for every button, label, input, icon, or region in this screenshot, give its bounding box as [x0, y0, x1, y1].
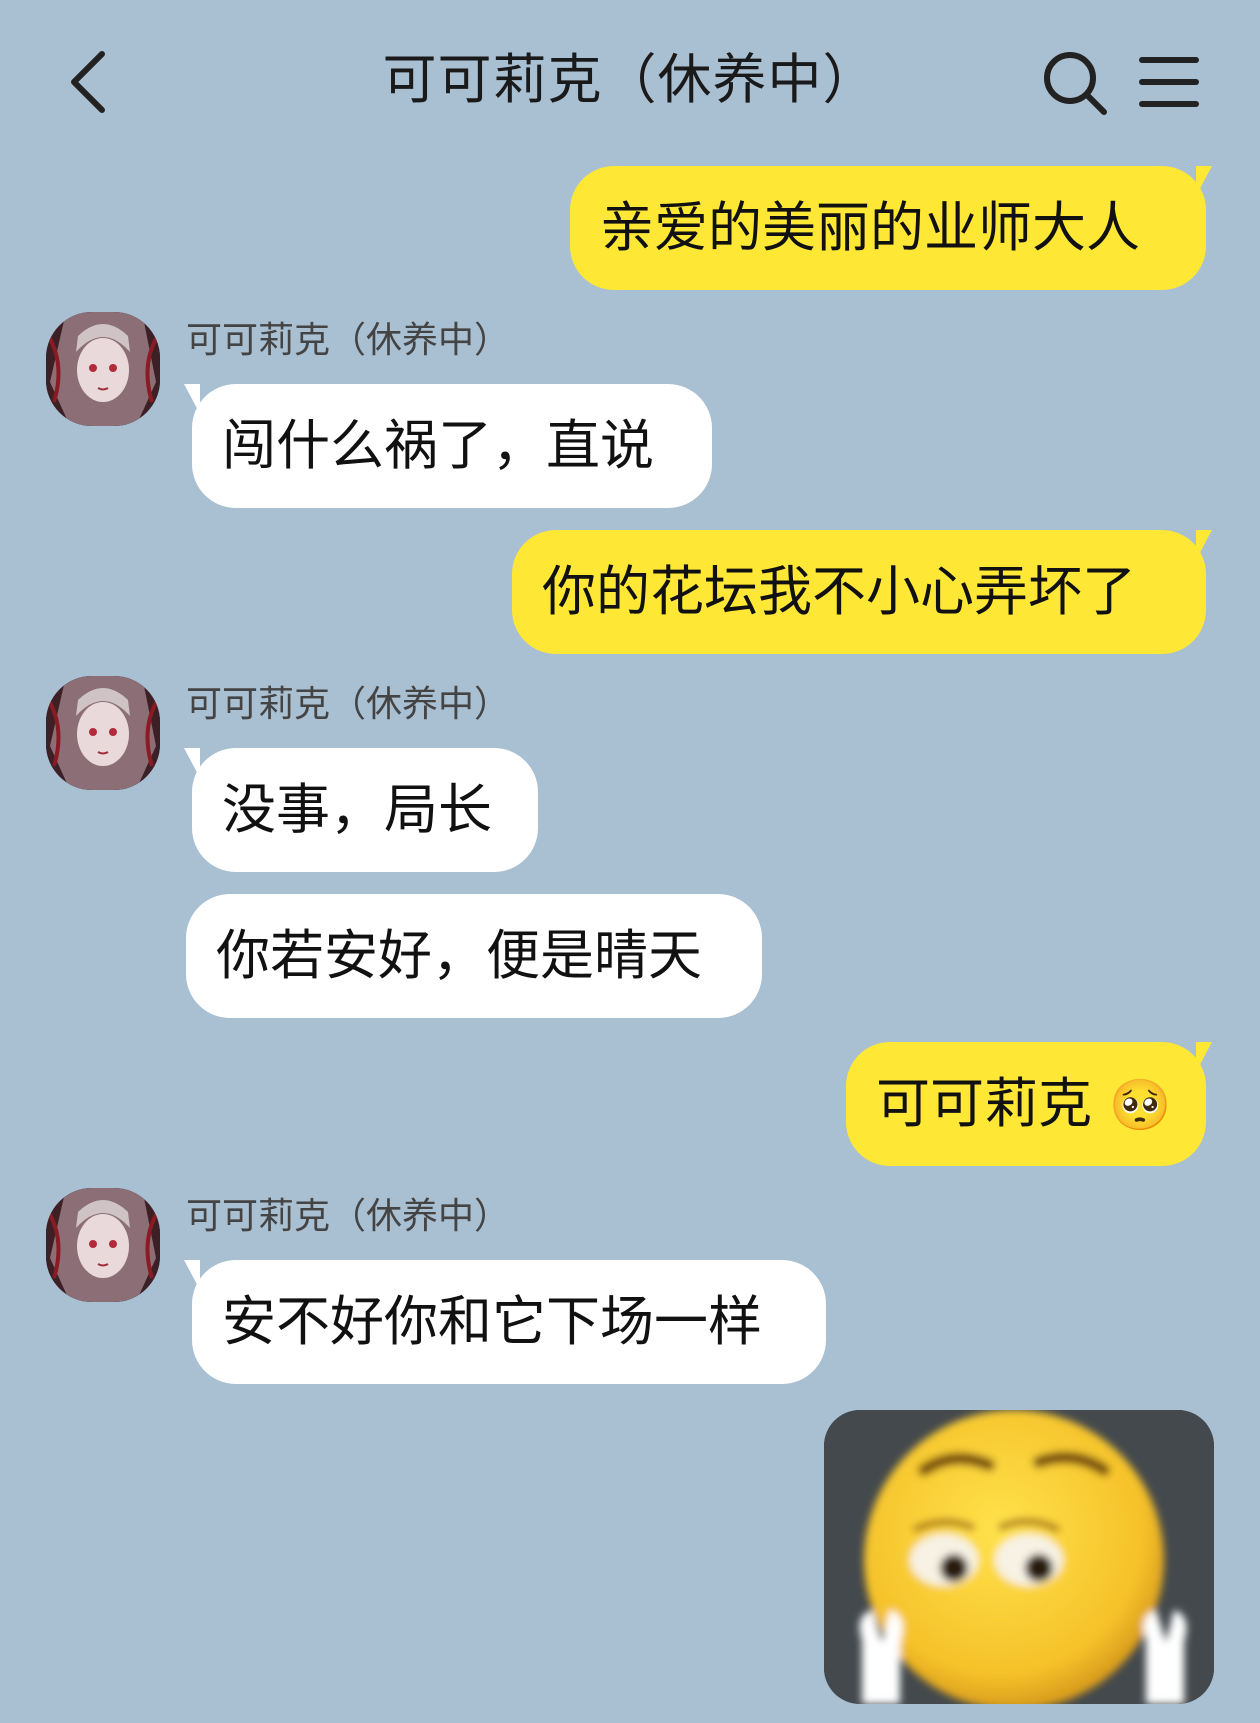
bubble-tail — [1196, 1042, 1212, 1072]
message-text: 你的花坛我不小心弄坏了 — [542, 560, 1136, 623]
message-text: 没事，局长 — [222, 778, 492, 841]
message-text: 亲爱的美丽的业师大人 — [600, 196, 1140, 259]
menu-icon — [1139, 57, 1199, 107]
message-text: 安不好你和它下场一样 — [222, 1290, 762, 1353]
sender-name: 可可莉克（休养中） — [186, 684, 511, 725]
avatar-image — [46, 312, 160, 426]
back-button[interactable] — [62, 46, 118, 118]
avatar[interactable] — [46, 312, 160, 426]
outgoing-message[interactable]: 可可莉克 🥺 — [846, 1042, 1206, 1166]
outgoing-message[interactable]: 亲爱的美丽的业师大人 — [570, 166, 1206, 290]
sender-name: 可可莉克（休养中） — [186, 320, 511, 361]
avatar-image — [46, 1188, 160, 1302]
incoming-message[interactable]: 你若安好，便是晴天 — [186, 894, 762, 1018]
chat-header: 可可莉克（休养中） — [0, 0, 1260, 160]
avatar-image — [46, 676, 160, 790]
search-button[interactable] — [1040, 48, 1110, 118]
pleading-face-emoji: 🥺 — [1109, 1076, 1172, 1134]
avatar[interactable] — [46, 676, 160, 790]
sender-name: 可可莉克（休养中） — [186, 1196, 511, 1237]
message-text: 你若安好，便是晴天 — [216, 924, 702, 987]
sticker-image[interactable] — [824, 1410, 1214, 1704]
bubble-tail — [1196, 166, 1212, 196]
incoming-message[interactable]: 安不好你和它下场一样 — [192, 1260, 826, 1384]
message-text: 可可莉克 — [876, 1072, 1092, 1135]
message-text: 闯什么祸了，直说 — [222, 414, 654, 477]
outgoing-message[interactable]: 你的花坛我不小心弄坏了 — [512, 530, 1206, 654]
bubble-tail — [1196, 530, 1212, 560]
chat-title: 可可莉克（休养中） — [382, 48, 878, 111]
incoming-message[interactable]: 闯什么祸了，直说 — [192, 384, 712, 508]
incoming-message[interactable]: 没事，局长 — [192, 748, 538, 872]
menu-button[interactable] — [1136, 52, 1202, 112]
chevron-left-icon — [71, 51, 105, 113]
avatar[interactable] — [46, 1188, 160, 1302]
search-icon — [1044, 52, 1107, 115]
worried-smiley-sticker-icon — [824, 1410, 1214, 1704]
